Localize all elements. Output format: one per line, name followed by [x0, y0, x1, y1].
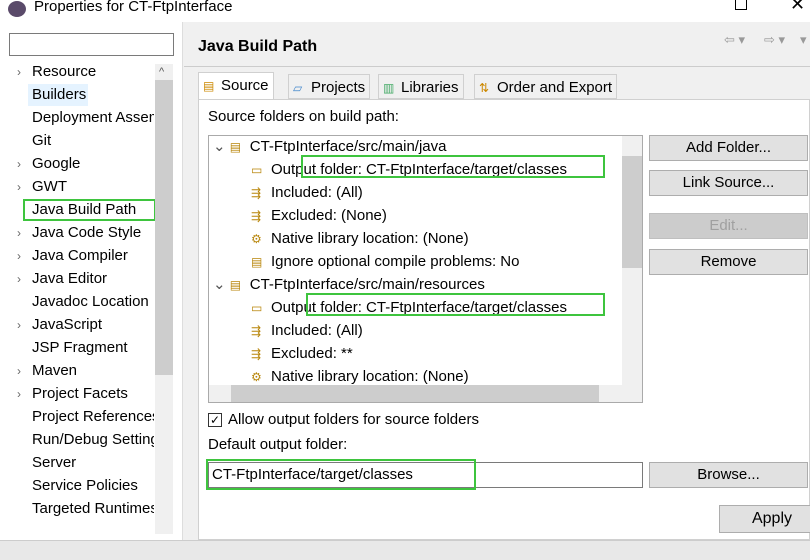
nav-item[interactable]: Java Compiler [32, 245, 154, 267]
source-folder-icon: ▤ [229, 140, 242, 154]
nav-item[interactable]: Javadoc Location [32, 291, 154, 313]
source-folders-label: Source folders on build path: [208, 108, 399, 125]
tree-item[interactable]: ⇶ Excluded: (None) [251, 204, 387, 227]
libraries-icon: ▥ [383, 81, 395, 95]
tree-item-label: Included: (All) [271, 184, 363, 201]
ignore-problems-icon: ▤ [251, 255, 263, 269]
source-icon: ▤ [203, 79, 215, 93]
chevron-right-icon[interactable]: › [17, 314, 21, 336]
nav-item[interactable]: Google [32, 153, 154, 175]
nav-scroll-thumb[interactable] [155, 80, 173, 375]
chevron-right-icon[interactable]: › [17, 268, 21, 290]
nav-item[interactable]: Server [32, 452, 154, 474]
page-title: Java Build Path [198, 38, 318, 55]
chevron-right-icon[interactable]: › [17, 360, 21, 382]
highlight-box [206, 459, 476, 490]
order-export-icon: ⇅ [479, 81, 490, 95]
tree-item-label: Ignore optional compile problems: No [271, 253, 520, 270]
chevron-right-icon[interactable]: › [17, 176, 21, 198]
edit-button[interactable]: Edit... [649, 213, 808, 239]
app-icon [8, 1, 26, 17]
nav-item[interactable]: Git [32, 130, 154, 152]
chevron-right-icon[interactable]: › [17, 222, 21, 244]
default-output-label: Default output folder: [208, 436, 348, 453]
add-folder-button[interactable]: Add Folder... [649, 135, 808, 161]
source-folder-icon: ▤ [229, 278, 242, 292]
allow-output-folders-label: Allow output folders for source folders [228, 411, 479, 428]
nav-item[interactable]: Project References [32, 406, 154, 428]
tree-item[interactable]: ▤ Ignore optional compile problems: No [251, 250, 519, 273]
tree-item[interactable]: ⇶ Included: (All) [251, 319, 363, 342]
tree-item-label: Excluded: (None) [271, 207, 387, 224]
tree-item-label: CT-FtpInterface/src/main/resources [249, 276, 485, 293]
chevron-down-icon[interactable]: ⌄ [213, 276, 230, 293]
bottom-bar [0, 540, 810, 560]
native-library-icon: ⚙ [251, 232, 262, 246]
nav-item[interactable]: JavaScript [32, 314, 154, 336]
highlight-box [301, 155, 605, 178]
tree-item-label: Native library location: (None) [271, 230, 469, 247]
divider [184, 66, 810, 67]
chevron-right-icon[interactable]: › [17, 153, 21, 175]
chevron-right-icon[interactable]: › [17, 61, 21, 83]
tree-item[interactable]: ⇶ Included: (All) [251, 181, 363, 204]
properties-nav: › ResourceBuildersDeployment AssemblyGit ›… [0, 22, 183, 558]
allow-output-folders-checkbox[interactable]: ✓ [208, 413, 222, 427]
nav-item[interactable]: Run/Debug Settings [32, 429, 154, 451]
nav-item[interactable]: Service Policies [32, 475, 154, 497]
tab-order-and-export[interactable]: ⇅ Order and Export [474, 74, 618, 99]
tree-item-label: Excluded: ** [271, 345, 353, 362]
chevron-right-icon[interactable]: › [17, 383, 21, 405]
tree-scroll-thumb[interactable] [622, 156, 642, 268]
remove-button[interactable]: Remove [649, 249, 808, 275]
nav-item[interactable]: Java Build Path [23, 199, 156, 221]
nav-item[interactable]: Maven [32, 360, 154, 382]
filter-input[interactable] [9, 33, 174, 56]
apply-button[interactable]: Apply [719, 505, 810, 533]
title-bar: Properties for CT-FtpInterface ✕ [0, 0, 810, 22]
tab-source[interactable]: ▤ Source [198, 72, 274, 99]
maximize-button[interactable] [735, 0, 747, 10]
tree-item[interactable]: ⚙ Native library location: (None) [251, 227, 469, 250]
tree-item-label: Native library location: (None) [271, 368, 469, 385]
included-icon: ⇶ [251, 324, 262, 338]
nav-item[interactable]: GWT [32, 176, 154, 198]
highlight-box [306, 293, 605, 316]
java-build-path-page: Java Build Path ⇦ ▾ ⇨ ▾ ▾ ▤ Source ▱ Proje… [184, 22, 810, 540]
nav-item[interactable]: JSP Fragment [32, 337, 154, 359]
nav-item[interactable]: Resource [32, 61, 154, 83]
tab-projects[interactable]: ▱ Projects [288, 74, 371, 99]
nav-item[interactable]: Builders [28, 84, 88, 106]
close-button[interactable]: ✕ [790, 0, 805, 15]
output-folder-icon: ▭ [251, 301, 263, 315]
tree-item[interactable]: ⇶ Excluded: ** [251, 342, 353, 365]
tree-hscroll-thumb[interactable] [231, 385, 599, 402]
tree-item-label: Included: (All) [271, 322, 363, 339]
scroll-up-icon[interactable]: ^ [159, 66, 164, 78]
nav-item[interactable]: Java Editor [32, 268, 154, 290]
nav-item[interactable]: Deployment Assembly [32, 107, 154, 129]
tree-item-label: CT-FtpInterface/src/main/java [249, 138, 447, 155]
window-title: Properties for CT-FtpInterface [34, 0, 233, 15]
nav-item[interactable]: Project Facets [32, 383, 154, 405]
link-source-button[interactable]: Link Source... [649, 170, 808, 196]
excluded-icon: ⇶ [251, 209, 262, 223]
nav-item[interactable]: Java Code Style [32, 222, 154, 244]
forward-icon[interactable]: ⇨ ▾ [764, 32, 785, 48]
excluded-icon: ⇶ [251, 347, 262, 361]
back-icon[interactable]: ⇦ ▾ [724, 32, 745, 48]
tab-libraries[interactable]: ▥ Libraries [378, 74, 464, 99]
browse-button[interactable]: Browse... [649, 462, 808, 488]
nav-item[interactable]: Targeted Runtimes [32, 498, 154, 520]
included-icon: ⇶ [251, 186, 262, 200]
project-folder-icon: ▱ [293, 81, 303, 95]
chevron-down-icon[interactable]: ⌄ [213, 138, 230, 155]
menu-icon[interactable]: ▾ [800, 32, 807, 48]
output-folder-icon: ▭ [251, 163, 263, 177]
chevron-right-icon[interactable]: › [17, 245, 21, 267]
